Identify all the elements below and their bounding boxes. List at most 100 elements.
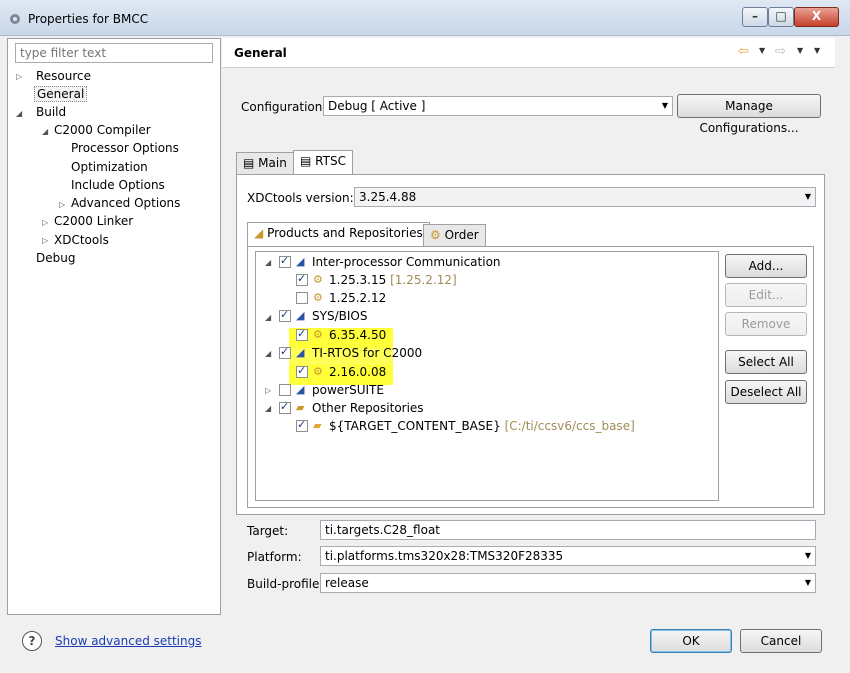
tree-item-xdctools[interactable]: XDCtools xyxy=(54,233,109,247)
select-all-button[interactable]: Select All xyxy=(725,350,807,374)
chevron-down-icon: ▼ xyxy=(804,578,811,587)
forward-arrow-icon[interactable]: ⇨ xyxy=(775,44,786,59)
view-menu-icon[interactable]: ▼ xyxy=(814,46,820,55)
edit-button[interactable]: Edit... xyxy=(725,283,807,307)
tree-item-build[interactable]: Build xyxy=(36,105,66,119)
tree-item-debug[interactable]: Debug xyxy=(36,251,75,265)
product-checkbox[interactable]: ✓ xyxy=(279,254,291,268)
back-arrow-icon[interactable]: ⇦ xyxy=(738,44,749,59)
tab-main-label: Main xyxy=(258,156,287,170)
check-icon: ✓ xyxy=(297,327,307,340)
version-label: 1.25.2.12 xyxy=(329,291,387,305)
product-icon: ◢ xyxy=(296,255,305,268)
tab-main[interactable]: ▤ Main xyxy=(236,152,294,174)
cancel-button[interactable]: Cancel xyxy=(740,629,822,653)
product-checkbox[interactable]: ✓ xyxy=(296,364,308,378)
check-icon: ✓ xyxy=(297,364,307,377)
target-field[interactable]: ti.targets.C28_float xyxy=(320,520,816,540)
product-checkbox[interactable] xyxy=(296,292,308,304)
product-checkbox[interactable] xyxy=(279,384,291,396)
version-extra: [1.25.2.12] xyxy=(390,273,457,287)
products-tree: ◢ ✓ ◢ Inter-processor Communication ✓ ⚙ … xyxy=(255,251,719,501)
tree-item-general[interactable]: General xyxy=(34,86,88,102)
tree-item-c2000-linker[interactable]: C2000 Linker xyxy=(54,214,133,228)
chevron-down-icon[interactable]: ▼ xyxy=(759,46,765,55)
chevron-down-icon[interactable]: ▼ xyxy=(797,46,803,55)
collapse-arrow-icon[interactable]: ◢ xyxy=(42,127,48,136)
tree-item-c2000-compiler[interactable]: C2000 Compiler xyxy=(54,123,151,137)
rtsc-panel: XDCtools version: 3.25.4.88 ▼ ◢ Products… xyxy=(236,174,825,515)
expand-arrow-icon[interactable]: ▷ xyxy=(59,200,65,209)
product-label: powerSUITE xyxy=(312,383,384,397)
tab-products-label: Products and Repositories xyxy=(267,226,423,240)
check-icon: ✓ xyxy=(280,400,290,413)
product-checkbox[interactable]: ✓ xyxy=(296,272,308,286)
remove-button[interactable]: Remove xyxy=(725,312,807,336)
maximize-button[interactable]: □ xyxy=(768,7,794,27)
repository-path: ${TARGET_CONTENT_BASE} [C:/ti/ccsv6/ccs_… xyxy=(329,419,635,433)
chevron-down-icon: ▼ xyxy=(804,551,811,560)
product-label: Other Repositories xyxy=(312,401,424,415)
collapse-arrow-icon[interactable]: ◢ xyxy=(16,109,22,118)
gear-icon xyxy=(10,14,20,24)
order-icon: ⚙ xyxy=(430,228,441,242)
target-label: Target: xyxy=(247,524,289,538)
collapse-arrow-icon[interactable]: ◢ xyxy=(265,349,271,358)
check-icon: ✓ xyxy=(280,345,290,358)
check-icon: ✓ xyxy=(280,308,290,321)
configuration-label: Configuration: xyxy=(241,100,327,114)
collapse-arrow-icon[interactable]: ◢ xyxy=(265,258,271,267)
tree-item-include-options[interactable]: Include Options xyxy=(71,178,165,192)
category-tree: ▷ Resource General ◢ Build ◢ C2000 Compi… xyxy=(7,38,221,615)
product-label: Inter-processor Communication xyxy=(312,255,501,269)
product-checkbox[interactable]: ✓ xyxy=(296,327,308,341)
show-advanced-settings-link[interactable]: Show advanced settings xyxy=(55,634,202,648)
product-checkbox[interactable]: ✓ xyxy=(296,418,308,432)
repository-extra: [C:/ti/ccsv6/ccs_base] xyxy=(504,419,635,433)
platform-label: Platform: xyxy=(247,550,302,564)
version-label: 6.35.4.50 xyxy=(329,328,387,342)
tree-item-resource[interactable]: Resource xyxy=(36,69,91,83)
products-icon: ◢ xyxy=(254,226,264,240)
tab-rtsc[interactable]: ▤ RTSC xyxy=(293,150,353,174)
deselect-all-button[interactable]: Deselect All xyxy=(725,380,807,404)
xdctools-version-select[interactable]: 3.25.4.88 ▼ xyxy=(354,187,816,207)
expand-arrow-icon[interactable]: ▷ xyxy=(16,72,22,81)
product-checkbox[interactable]: ✓ xyxy=(279,400,291,414)
chevron-down-icon: ▼ xyxy=(804,192,811,201)
tab-order-label: Order xyxy=(444,228,479,242)
expand-arrow-icon[interactable]: ▷ xyxy=(42,236,48,245)
platform-select[interactable]: ti.platforms.tms320x28:TMS320F28335 ▼ xyxy=(320,546,816,566)
tree-item-optimization[interactable]: Optimization xyxy=(71,160,148,174)
filter-input[interactable] xyxy=(15,43,213,63)
page-header: General ⇦ ▼ ⇨ ▼ ▼ xyxy=(222,38,835,68)
tree-item-processor-options[interactable]: Processor Options xyxy=(71,141,179,155)
close-icon: X xyxy=(811,9,822,23)
tab-icon: ▤ xyxy=(243,156,255,170)
build-profile-select[interactable]: release ▼ xyxy=(320,573,816,593)
minimize-button[interactable]: – xyxy=(742,7,768,27)
product-checkbox[interactable]: ✓ xyxy=(279,345,291,359)
product-checkbox[interactable]: ✓ xyxy=(279,308,291,322)
add-button[interactable]: Add... xyxy=(725,254,807,278)
tree-item-advanced-options[interactable]: Advanced Options xyxy=(71,196,180,210)
tab-icon: ▤ xyxy=(300,154,312,168)
collapse-arrow-icon[interactable]: ◢ xyxy=(265,404,271,413)
manage-configurations-button[interactable]: Manage Configurations... xyxy=(677,94,821,135)
product-label: SYS/BIOS xyxy=(312,309,368,323)
tab-products-and-repositories[interactable]: ◢ Products and Repositories xyxy=(247,222,430,246)
package-icon: ⚙ xyxy=(313,291,323,304)
repository-icon: ▰ xyxy=(296,401,305,414)
page-title: General xyxy=(234,46,287,60)
help-icon[interactable]: ? xyxy=(22,631,42,651)
ok-button[interactable]: OK xyxy=(650,629,732,653)
title-bar[interactable]: Properties for BMCC – □ X xyxy=(0,0,850,36)
configuration-select[interactable]: Debug [ Active ] ▼ xyxy=(323,96,673,116)
product-icon: ◢ xyxy=(296,346,305,359)
expand-arrow-icon[interactable]: ▷ xyxy=(42,218,48,227)
close-button[interactable]: X xyxy=(794,7,839,27)
expand-arrow-icon[interactable]: ▷ xyxy=(265,386,271,395)
product-version: 1.25.3.15 [1.25.2.12] xyxy=(329,273,457,287)
collapse-arrow-icon[interactable]: ◢ xyxy=(265,313,271,322)
tab-order[interactable]: ⚙ Order xyxy=(423,224,486,246)
